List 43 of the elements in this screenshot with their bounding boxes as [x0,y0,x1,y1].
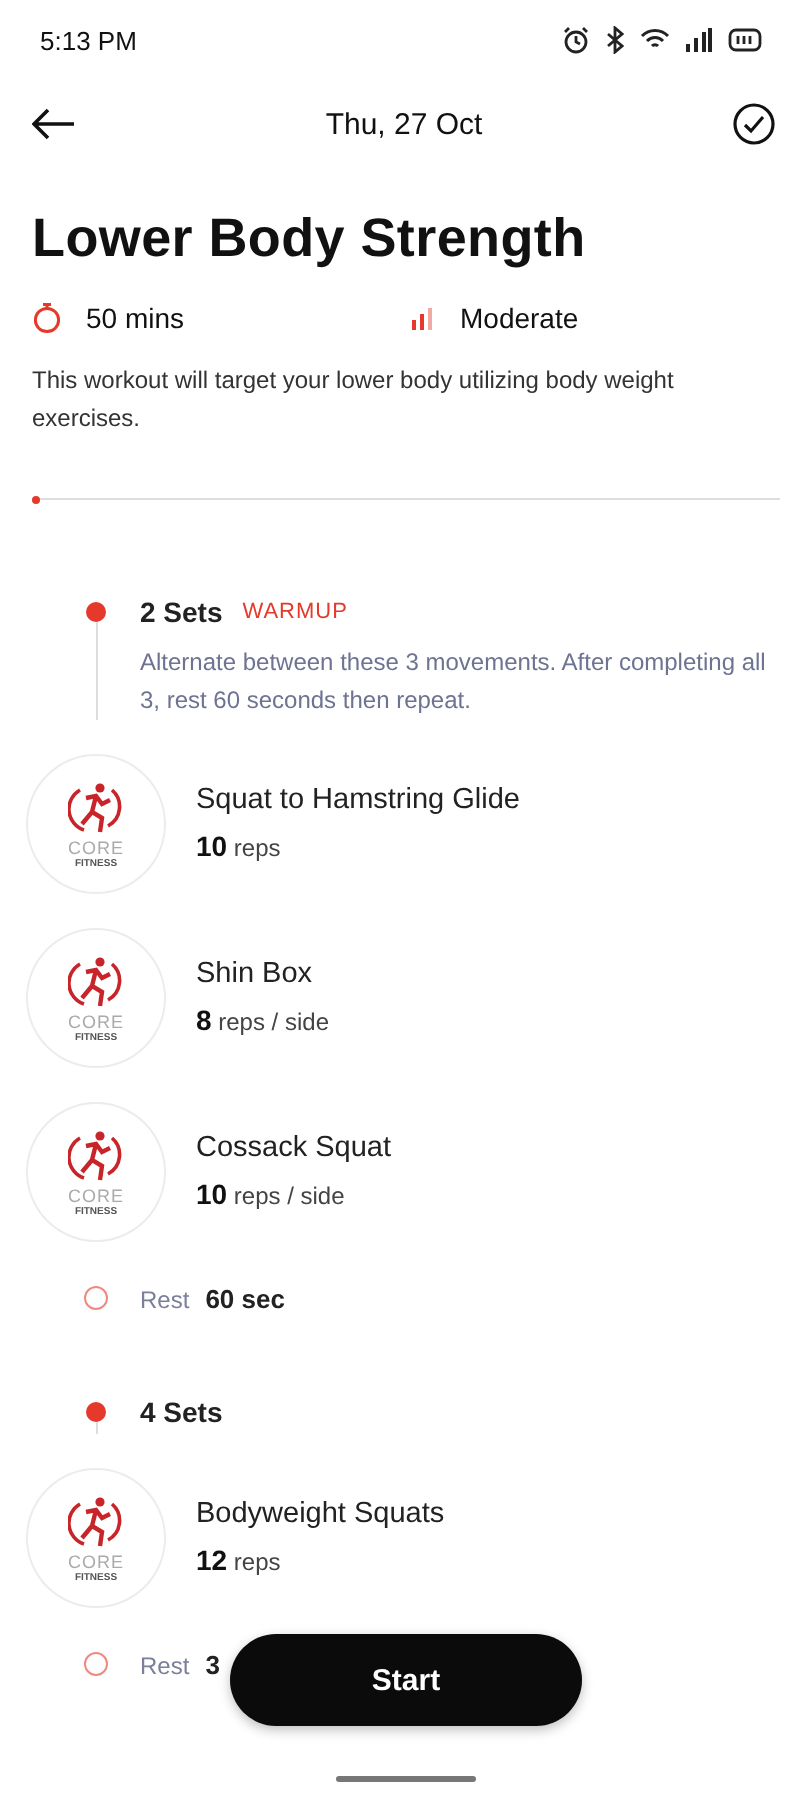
back-arrow-icon[interactable] [32,108,76,140]
set-instructions: Alternate between these 3 movements. After completing all 3, rest 60 seconds then repeat. [140,646,768,718]
rest-time: Rest 3 [140,1649,222,1679]
set-marker-dot [86,602,106,622]
difficulty-text: Moderate [460,302,579,334]
bluetooth-icon [606,26,624,54]
logo-text: CORE [67,839,124,857]
alarm-icon [562,26,590,54]
home-indicator [336,1776,476,1782]
warmup-tag: WARMUP [242,600,348,624]
status-time: 5:13 PM [40,25,137,55]
rest-marker-circle [84,1652,108,1676]
exercise-name[interactable]: Cossack Squat [196,1132,808,1164]
runner-icon [68,1491,124,1551]
difficulty-bars-icon [412,307,436,329]
exercise-name[interactable]: Bodyweight Squats [196,1498,808,1530]
rep-count: 10 reps [196,830,283,862]
battery-icon [728,28,764,52]
workout-description: This workout will target your lower body utilizing body weight exercises. [32,364,676,436]
check-circle-icon[interactable] [732,102,776,146]
exercise-name[interactable]: Squat to Hamstring Glide [196,784,808,816]
rest-marker-circle [84,1286,108,1310]
logo-text: CORE [67,1013,124,1031]
workout-title: Lower Body Strength [32,208,588,270]
runner-icon [68,1125,124,1185]
logo-text: CORE [67,1553,124,1571]
date-title: Thu, 27 Oct [325,107,483,141]
sets-count: 2 Sets [140,596,223,628]
rep-count: 12 reps [196,1544,283,1576]
rep-count: 10 reps / side [196,1178,347,1210]
logo-text: CORE [67,1187,124,1205]
rep-count: 8 reps / side [196,1004,331,1036]
sets-count: 4 Sets [140,1396,223,1428]
signal-icon [686,28,712,52]
wifi-icon [640,28,670,52]
exercise-name[interactable]: Shin Box [196,958,808,990]
duration-text: 50 mins [86,302,185,334]
rest-time: Rest 60 sec [140,1283,287,1313]
start-button[interactable]: Start [230,1634,582,1726]
runner-icon [68,951,124,1011]
stopwatch-icon [32,302,62,334]
runner-icon [68,777,124,837]
set-marker-dot [86,1402,106,1422]
